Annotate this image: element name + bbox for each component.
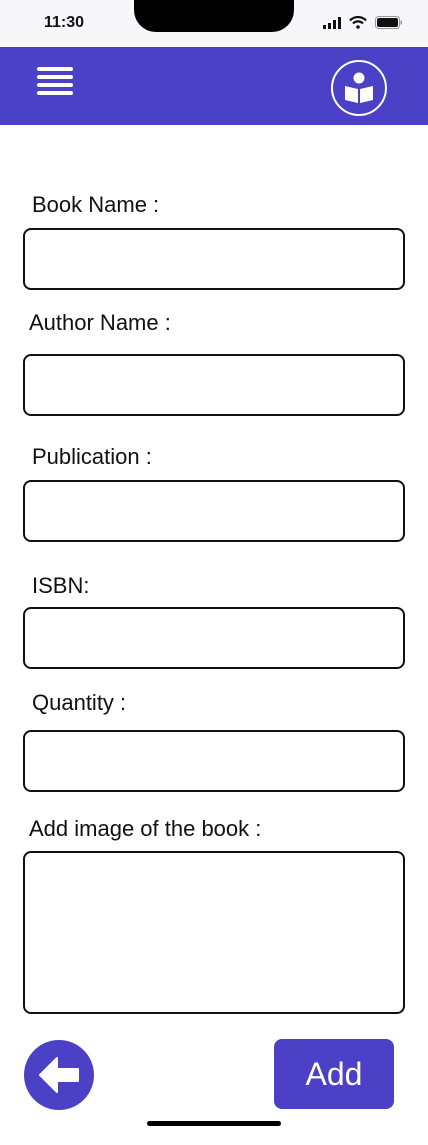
arrow-left-icon — [39, 1057, 79, 1093]
status-time: 11:30 — [44, 14, 85, 31]
isbn-input[interactable] — [23, 607, 405, 669]
wifi-icon — [349, 16, 367, 29]
author-name-input[interactable] — [23, 354, 405, 416]
quantity-input[interactable] — [23, 730, 405, 792]
status-icons — [323, 16, 402, 29]
back-button[interactable] — [24, 1040, 94, 1110]
hamburger-menu-icon[interactable] — [37, 67, 73, 97]
signal-icon — [323, 16, 341, 29]
quantity-label: Quantity : — [32, 690, 127, 715]
publication-input[interactable] — [23, 480, 405, 542]
book-name-input[interactable] — [23, 228, 405, 290]
battery-icon — [375, 16, 402, 29]
status-bar: 11:30 — [0, 0, 428, 47]
home-indicator — [147, 1121, 281, 1126]
image-label: Add image of the book : — [29, 816, 262, 841]
publication-label: Publication : — [32, 444, 152, 469]
isbn-label: ISBN: — [32, 573, 90, 598]
author-name-label: Author Name : — [29, 310, 171, 335]
notch — [134, 0, 294, 32]
reading-book-icon[interactable] — [331, 60, 387, 116]
book-name-label: Book Name : — [32, 192, 160, 217]
image-upload-area[interactable] — [23, 851, 405, 1014]
screen: 11:30 Book Name : Author Name : Publicat… — [0, 0, 428, 1145]
add-button[interactable]: Add — [274, 1039, 394, 1109]
app-bar — [0, 47, 428, 125]
